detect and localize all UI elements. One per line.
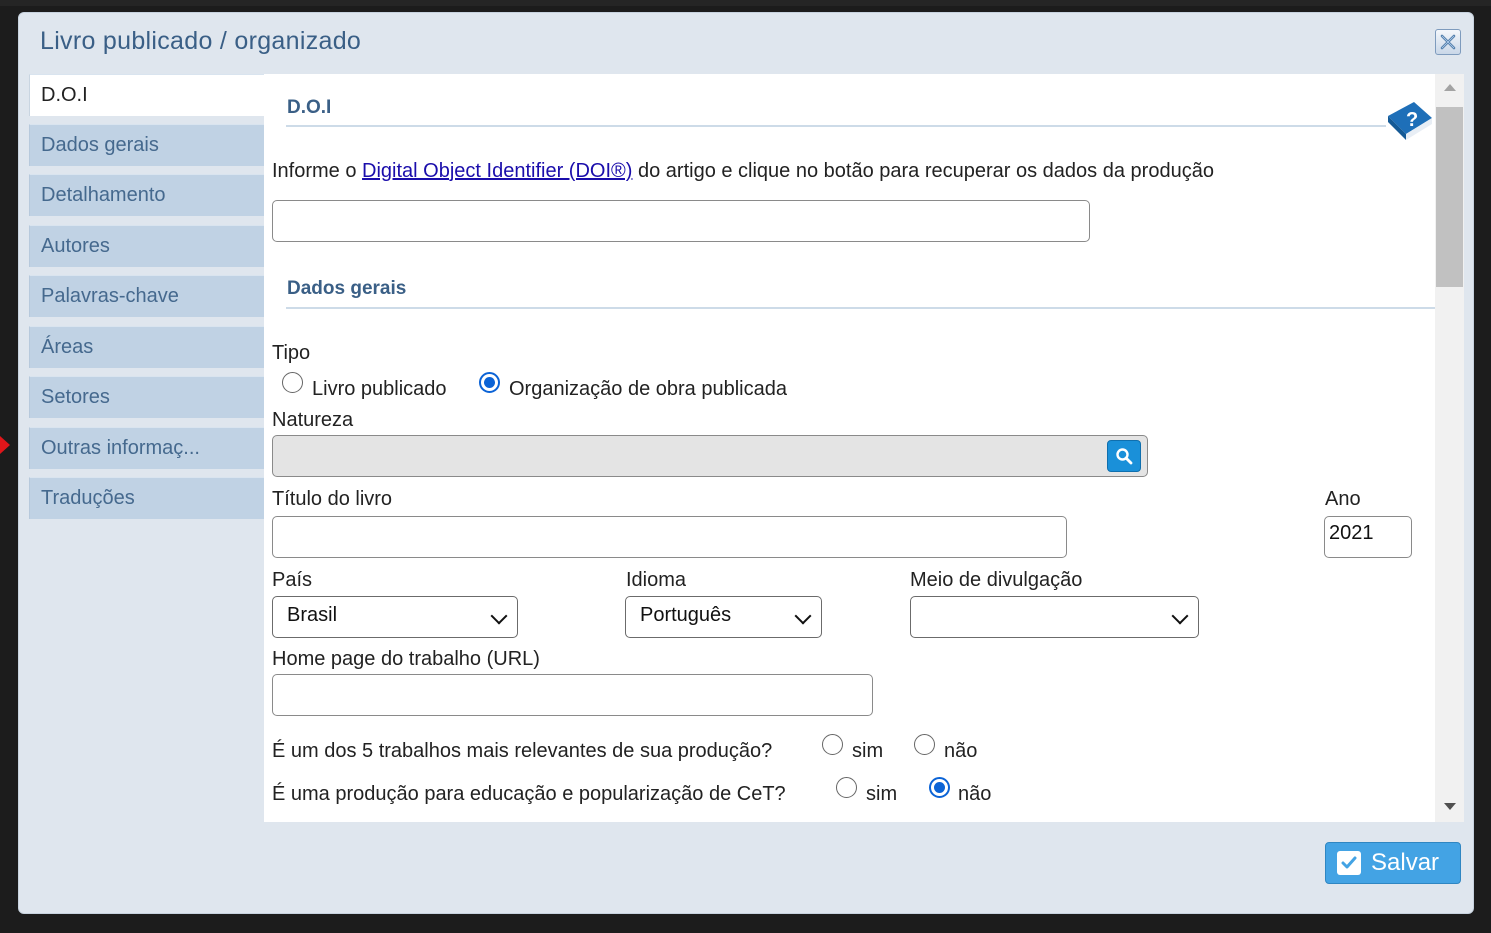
idioma-selected-value: Português	[640, 604, 732, 626]
tab-detalhamento[interactable]: Detalhamento	[29, 174, 264, 216]
vertical-scrollbar[interactable]	[1435, 74, 1464, 822]
natureza-search-button[interactable]	[1107, 440, 1141, 472]
close-icon	[1440, 34, 1456, 50]
natureza-label: Natureza	[272, 409, 354, 431]
form-panel: D.O.I ? Informe o Digital Object Identif…	[264, 74, 1435, 822]
pais-select[interactable]: Brasil	[272, 596, 518, 638]
doi-text-before: Informe o	[272, 160, 363, 182]
doi-text-after: do artigo e clique no botão para recuper…	[632, 160, 1214, 182]
homepage-input[interactable]	[272, 674, 873, 716]
section-divider	[286, 125, 1386, 127]
titulo-label: Título do livro	[272, 488, 393, 510]
titulo-input[interactable]	[272, 516, 1067, 558]
check-icon	[1337, 851, 1361, 875]
tab-outras-informacoes[interactable]: Outras informaç...	[29, 427, 264, 469]
idioma-label: Idioma	[626, 569, 687, 591]
ano-label: Ano	[1325, 488, 1361, 510]
save-button-label: Salvar	[1371, 849, 1440, 876]
section-divider	[286, 307, 1435, 309]
relevantes-radio-sim[interactable]	[822, 734, 843, 755]
meio-select[interactable]	[910, 596, 1199, 638]
tab-doi[interactable]: D.O.I	[29, 74, 264, 116]
section-title-doi: D.O.I	[287, 97, 332, 118]
tipo-option-livro-publicado: Livro publicado	[312, 378, 447, 400]
homepage-label: Home page do trabalho (URL)	[272, 648, 540, 670]
meio-label: Meio de divulgação	[910, 569, 1083, 591]
tab-traducoes[interactable]: Traduções	[29, 477, 264, 519]
popularizacao-sim-label: sim	[866, 783, 898, 805]
pais-label: País	[272, 569, 313, 591]
pais-selected-value: Brasil	[287, 604, 338, 626]
tipo-radio-livro-publicado[interactable]	[282, 372, 303, 393]
idioma-select[interactable]: Português	[625, 596, 822, 638]
popularizacao-radio-nao[interactable]	[929, 777, 950, 798]
popularizacao-radio-sim[interactable]	[836, 777, 857, 798]
page-background	[0, 0, 1491, 6]
tab-palavras-chave[interactable]: Palavras-chave	[29, 275, 264, 317]
chevron-down-icon	[794, 607, 812, 625]
tipo-option-organizacao: Organização de obra publicada	[509, 378, 787, 400]
scroll-thumb[interactable]	[1436, 107, 1463, 287]
relevantes-sim-label: sim	[852, 740, 884, 762]
doi-instructions: Informe o Digital Object Identifier (DOI…	[272, 160, 1214, 183]
popularizacao-question: É uma produção para educação e populariz…	[272, 783, 786, 805]
scroll-up-arrow-icon[interactable]	[1444, 84, 1456, 91]
search-icon	[1116, 448, 1133, 465]
dialog: Livro publicado / organizado D.O.I Dados…	[18, 12, 1474, 914]
save-button[interactable]: Salvar	[1325, 842, 1461, 884]
tab-autores[interactable]: Autores	[29, 225, 264, 267]
svg-text:?: ?	[1406, 109, 1418, 131]
relevantes-question: É um dos 5 trabalhos mais relevantes de …	[272, 740, 773, 762]
tipo-label: Tipo	[272, 342, 311, 364]
close-button[interactable]	[1435, 29, 1461, 55]
tab-setores[interactable]: Setores	[29, 376, 264, 418]
ano-input[interactable]: 2021	[1324, 516, 1412, 558]
doi-link[interactable]: Digital Object Identifier (DOI®)	[362, 160, 632, 182]
natureza-field[interactable]	[272, 435, 1148, 477]
dialog-title: Livro publicado / organizado	[40, 27, 362, 55]
tipo-radio-organizacao[interactable]	[479, 372, 500, 393]
doi-input[interactable]	[272, 200, 1090, 242]
chevron-down-icon	[490, 607, 508, 625]
popularizacao-nao-label: não	[958, 783, 992, 805]
help-book-icon[interactable]: ?	[1384, 96, 1434, 144]
tab-areas[interactable]: Áreas	[29, 326, 264, 368]
relevantes-radio-nao[interactable]	[914, 734, 935, 755]
page-marker	[0, 436, 10, 454]
tab-dados-gerais[interactable]: Dados gerais	[29, 124, 264, 166]
scroll-down-arrow-icon[interactable]	[1444, 803, 1456, 810]
section-title-dados-gerais: Dados gerais	[287, 278, 407, 299]
chevron-down-icon	[1171, 607, 1189, 625]
relevantes-nao-label: não	[944, 740, 978, 762]
